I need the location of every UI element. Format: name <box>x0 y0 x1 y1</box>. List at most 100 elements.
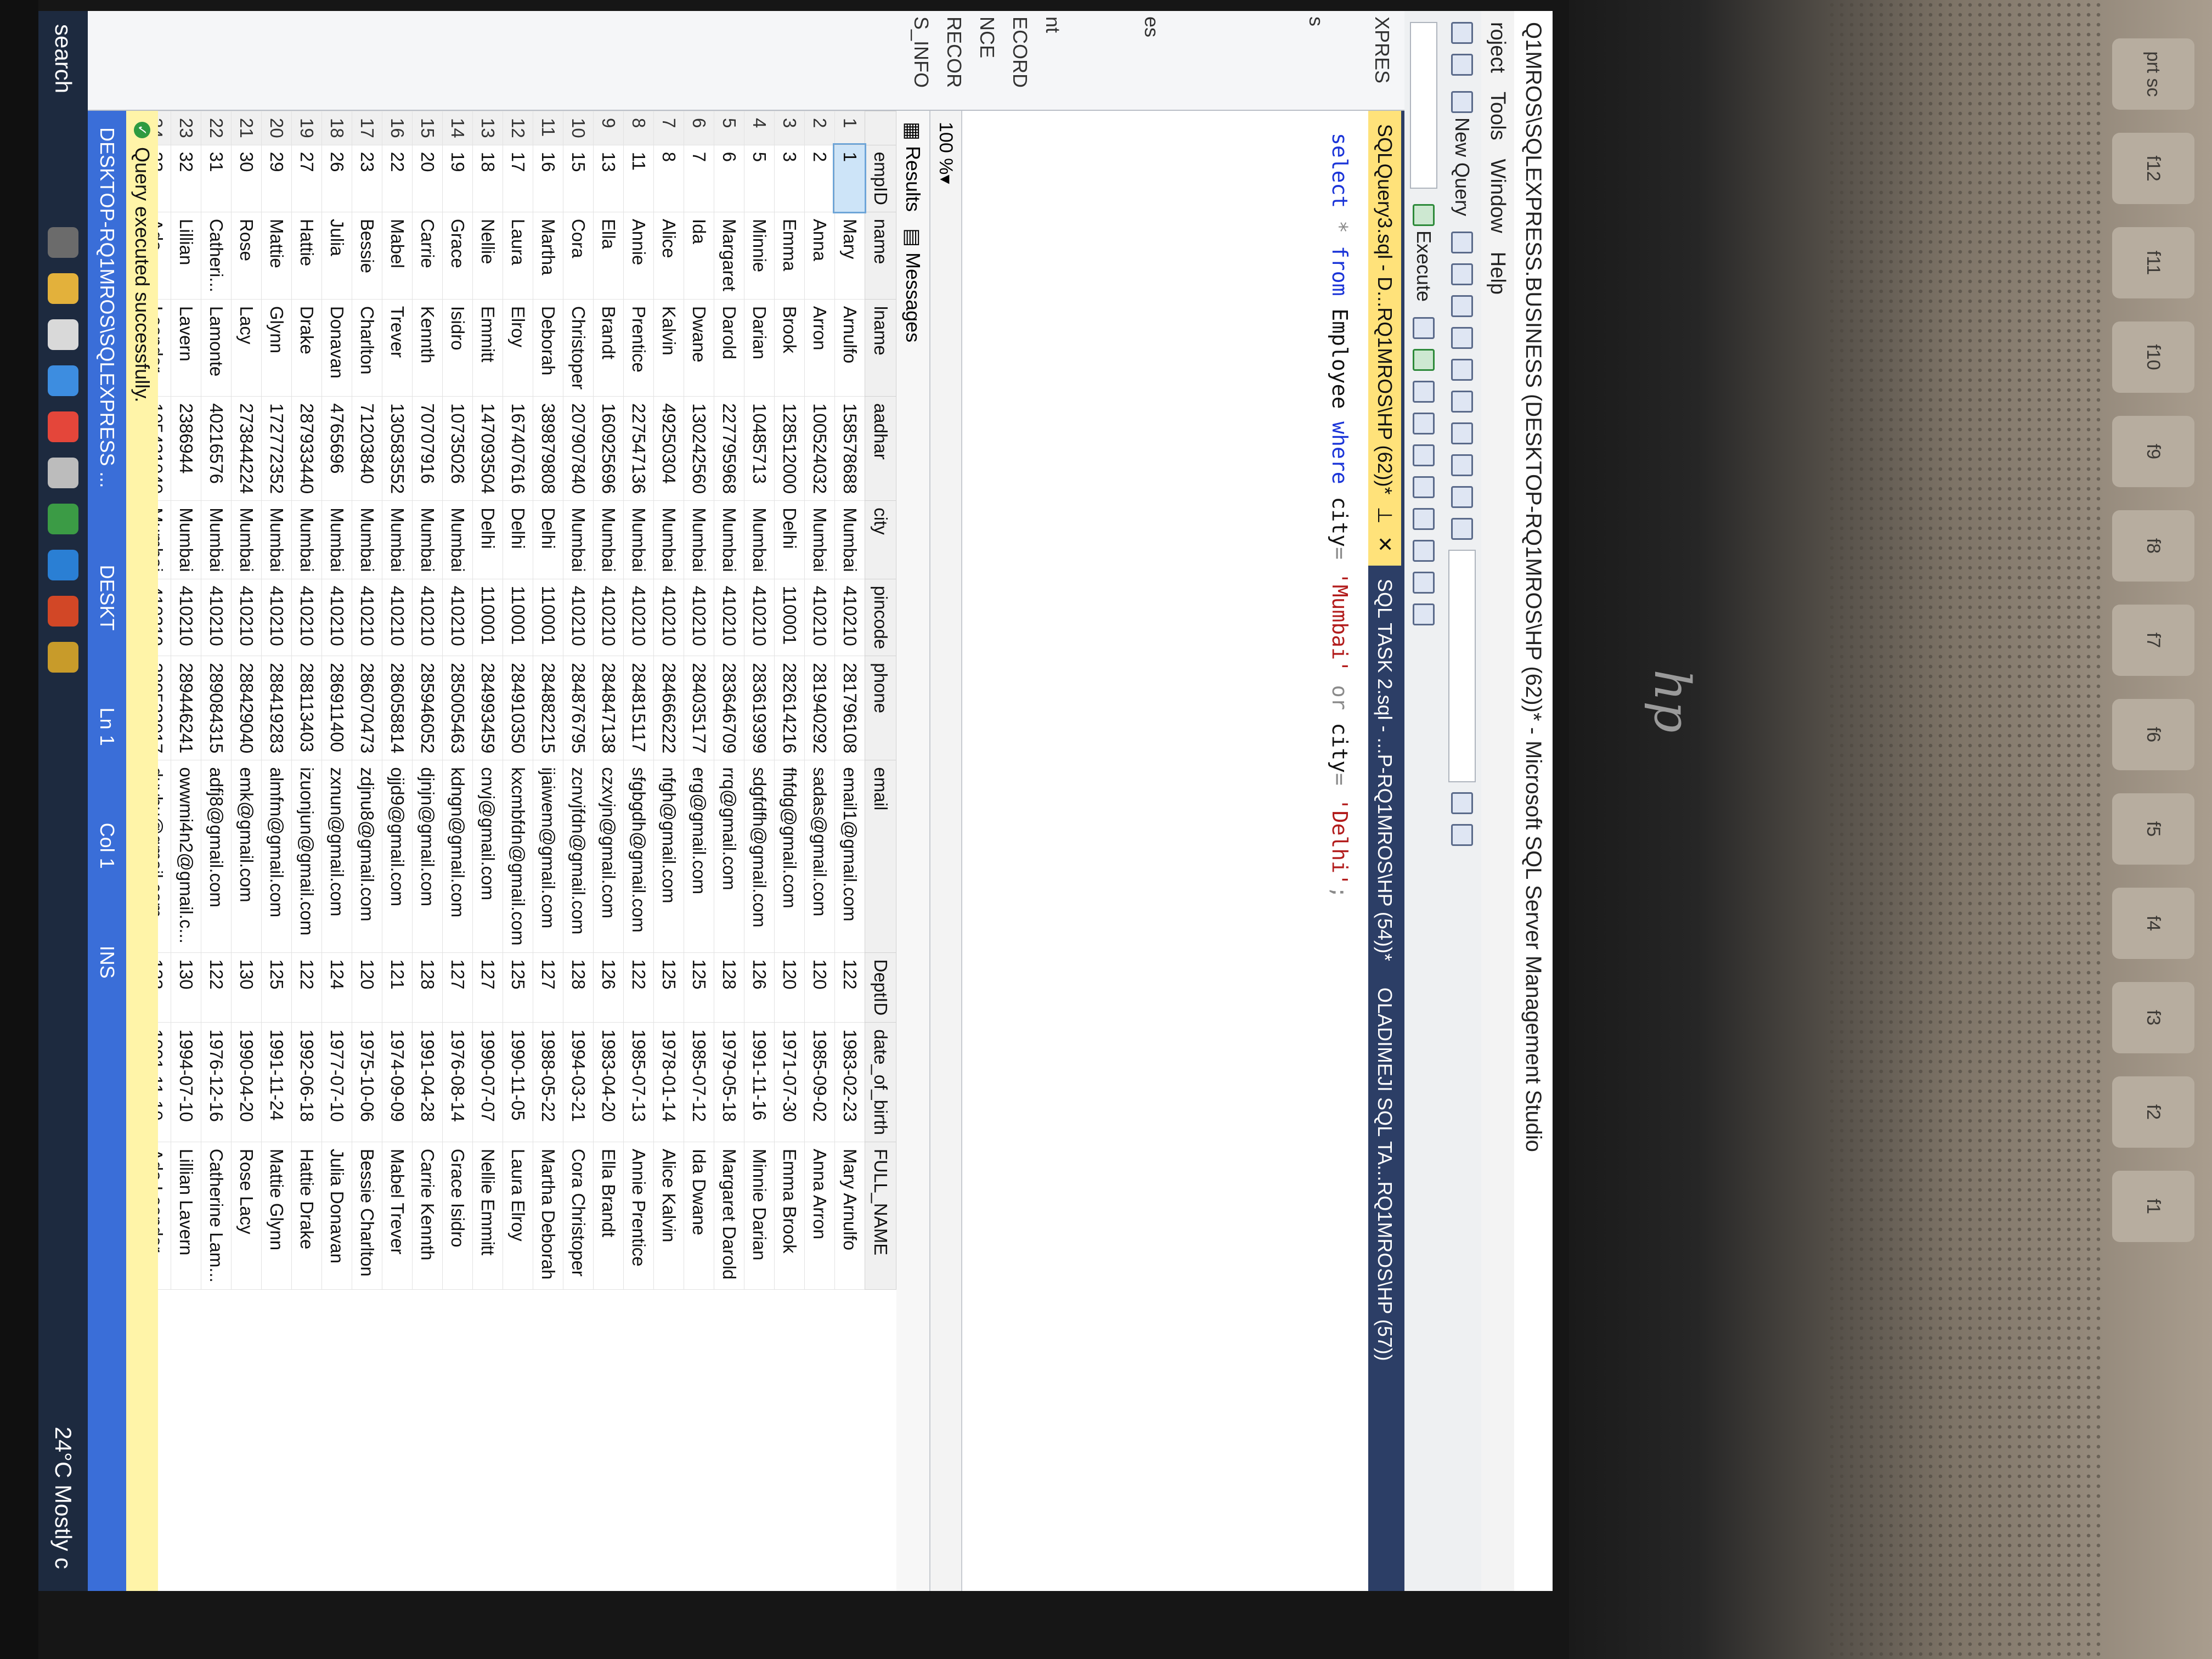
table-cell[interactable]: Catheri... <box>201 212 232 300</box>
table-cell[interactable]: Mumbai <box>442 500 473 579</box>
table-cell[interactable]: 410210 <box>231 579 262 656</box>
table-cell[interactable]: Minnie Darian <box>744 1142 775 1290</box>
table-cell[interactable]: cnvj@gmail.com <box>472 760 503 952</box>
table-cell[interactable]: 389879808 <box>533 396 563 501</box>
table-row[interactable]: 23 32 Lillian Lavern 2386944 Mumbai 410210 2894… <box>171 111 201 1290</box>
taskbar-search[interactable]: search <box>50 11 76 205</box>
column-header[interactable]: date_of_birth <box>865 1022 896 1142</box>
explorer-item[interactable] <box>1064 11 1097 110</box>
table-cell[interactable]: 227547136 <box>623 396 654 501</box>
table-cell[interactable]: Bessie Charlton <box>352 1142 382 1290</box>
row-number[interactable]: 6 <box>684 111 714 145</box>
table-cell[interactable]: 285005463 <box>442 656 473 760</box>
table-cell[interactable]: Carrie Kennth <box>412 1142 443 1290</box>
row-number[interactable]: 4 <box>744 111 775 145</box>
table-cell[interactable]: Delhi <box>503 500 533 579</box>
row-number[interactable]: 15 <box>412 111 443 145</box>
table-cell[interactable]: ijaiwem@gmail.com <box>533 760 563 952</box>
table-cell[interactable]: 110001 <box>503 579 533 656</box>
table-cell[interactable]: Lavern <box>171 299 201 397</box>
table-cell[interactable]: 284910350 <box>503 656 533 760</box>
table-cell[interactable]: duvhu@gmail.com <box>158 760 171 952</box>
table-cell[interactable]: 1971-07-30 <box>774 1022 805 1142</box>
column-header[interactable]: empID <box>865 145 896 212</box>
table-cell[interactable]: Brook <box>774 299 805 397</box>
search-combo[interactable] <box>1448 550 1476 783</box>
table-cell[interactable]: 130242560 <box>684 396 714 501</box>
chrome-icon[interactable] <box>48 411 78 442</box>
table-cell[interactable]: 167407616 <box>503 396 533 501</box>
table-row[interactable]: 1 1 Mary Arnulfo 158578688 Mumbai 410210 281796… <box>834 111 866 1290</box>
table-cell[interactable]: 1983-04-20 <box>593 1022 624 1142</box>
table-cell[interactable]: Deborah <box>533 299 563 397</box>
table-cell[interactable]: 410210 <box>171 579 201 656</box>
table-cell[interactable]: 128 <box>412 952 443 1023</box>
table-cell[interactable]: 110001 <box>472 579 503 656</box>
table-cell[interactable]: Minnie <box>744 212 775 300</box>
table-cell[interactable]: 26 <box>321 145 352 212</box>
tab-oladimeji-sql-task[interactable]: OLADIMEJI SQL TA...RQ1MROS\HP (57)) <box>1368 974 1401 1374</box>
table-cell[interactable]: email1@gmail.com <box>834 760 865 952</box>
table-cell[interactable]: Nellie Emmitt <box>472 1142 503 1290</box>
table-cell[interactable]: 410210 <box>804 579 835 656</box>
table-cell[interactable]: 121 <box>382 952 413 1023</box>
task-view-icon[interactable] <box>48 227 78 258</box>
table-cell[interactable]: Leander <box>158 299 171 397</box>
table-row[interactable]: 16 22 Mabel Trever 130583552 Mumbai 410210 2860… <box>382 111 413 1290</box>
table-cell[interactable]: 15 <box>563 145 594 212</box>
table-cell[interactable]: 29 <box>261 145 292 212</box>
table-cell[interactable]: 1977-07-10 <box>321 1022 352 1142</box>
table-cell[interactable]: 283619399 <box>744 656 775 760</box>
row-number[interactable]: 13 <box>472 111 503 145</box>
table-cell[interactable]: 410210 <box>261 579 292 656</box>
table-cell[interactable]: Trever <box>382 299 413 397</box>
explorer-item[interactable] <box>1196 11 1229 110</box>
explorer-item[interactable]: RECOR <box>933 11 966 110</box>
table-cell[interactable]: Ada <box>158 212 171 300</box>
explorer-item[interactable] <box>1262 11 1295 110</box>
table-cell[interactable]: Delhi <box>472 500 503 579</box>
table-cell[interactable]: 125 <box>684 952 714 1023</box>
edge-icon[interactable] <box>48 550 78 580</box>
table-cell[interactable]: Elroy <box>503 299 533 397</box>
table-cell[interactable]: Julia Donavan <box>321 1142 352 1290</box>
table-cell[interactable]: djnjn@gmail.com <box>412 760 443 952</box>
table-cell[interactable]: 286911400 <box>321 656 352 760</box>
table-cell[interactable]: 122 <box>623 952 654 1023</box>
table-cell[interactable]: Alice Kalvin <box>653 1142 684 1290</box>
table-cell[interactable]: Nellie <box>472 212 503 300</box>
table-cell[interactable]: 289446241 <box>171 656 201 760</box>
table-cell[interactable]: 130583552 <box>382 396 413 501</box>
column-header[interactable]: email <box>865 760 896 952</box>
table-row[interactable]: 10 15 Cora Christoper 207907840 Mumbai 410210 2… <box>563 111 594 1290</box>
table-cell[interactable]: 1979-05-18 <box>714 1022 744 1142</box>
explorer-item[interactable] <box>1229 11 1262 110</box>
sql-editor[interactable]: select * from Employee where city= 'Mumb… <box>1269 111 1368 1591</box>
dmx-icon[interactable] <box>1451 263 1473 286</box>
table-cell[interactable]: Catherine Lam... <box>201 1142 232 1290</box>
table-cell[interactable]: sdgfdfh@gmail.com <box>744 760 775 952</box>
row-number[interactable]: 23 <box>171 111 201 145</box>
table-cell[interactable]: ojjd9@gmail.com <box>382 760 413 952</box>
table-cell[interactable]: 410210 <box>563 579 594 656</box>
table-cell[interactable]: 127 <box>472 952 503 1023</box>
table-cell[interactable]: 410210 <box>201 579 232 656</box>
table-cell[interactable]: Mumbai <box>593 500 624 579</box>
table-cell[interactable]: Mumbai <box>231 500 262 579</box>
row-number[interactable]: 9 <box>593 111 624 145</box>
table-cell[interactable]: 1991-11-16 <box>744 1022 775 1142</box>
table-row[interactable]: 11 16 Martha Deborah 389879808 Delhi 110001 284… <box>533 111 563 1290</box>
table-cell[interactable]: Darian <box>744 299 775 397</box>
table-cell[interactable]: 31 <box>201 145 232 212</box>
table-cell[interactable]: 284815117 <box>623 656 654 760</box>
table-cell[interactable]: nfgh@gmail.com <box>653 760 684 952</box>
table-cell[interactable]: 286070473 <box>352 656 382 760</box>
table-cell[interactable]: 1988-05-22 <box>533 1022 563 1142</box>
table-cell[interactable]: 1976-12-16 <box>201 1022 232 1142</box>
table-cell[interactable]: 70707916 <box>412 396 443 501</box>
table-cell[interactable]: Emma Brook <box>774 1142 805 1290</box>
dax-icon[interactable] <box>1451 327 1473 349</box>
table-cell[interactable]: 8 <box>653 145 684 212</box>
mail-icon[interactable] <box>48 365 78 396</box>
row-number[interactable]: 11 <box>533 111 563 145</box>
